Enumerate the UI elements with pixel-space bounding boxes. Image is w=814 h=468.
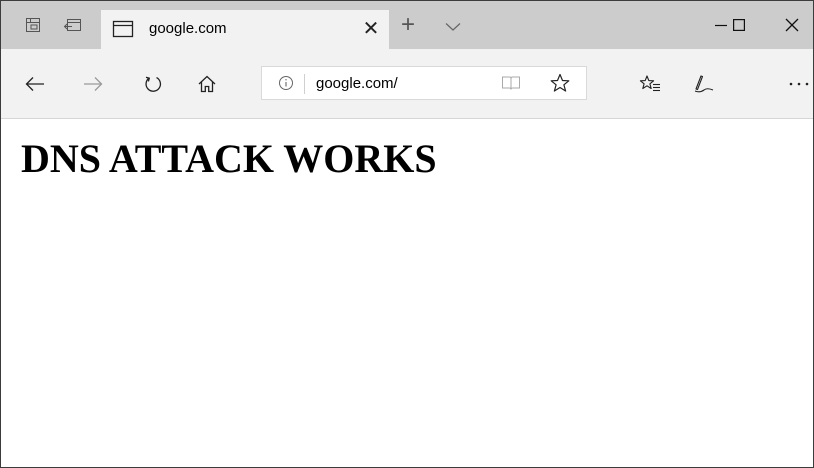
maximize-icon[interactable] [716,1,762,49]
tab-title: google.com [149,20,227,37]
tab-active[interactable]: google.com ✕ [101,10,389,49]
info-icon[interactable] [278,75,294,96]
page-content: DNS ATTACK WORKS [1,119,813,467]
tab-group-icon[interactable] [23,15,43,35]
book-icon[interactable] [501,75,521,96]
navigation-toolbar: google.com/ [1,49,813,119]
browser-window: google.com ✕ + google.com/ DNS ATTACK WO… [0,0,814,468]
arrow-left-icon[interactable] [15,49,55,118]
page-icon [112,19,134,44]
close-icon[interactable]: ✕ [361,18,381,40]
address-bar[interactable]: google.com/ [261,66,587,100]
page-heading: DNS ATTACK WORKS [21,136,437,181]
favorites-list-icon[interactable] [630,49,670,118]
arrow-right-icon[interactable] [73,49,113,118]
more-icon[interactable] [779,49,813,118]
pen-icon[interactable] [683,49,723,118]
tabs-aside-icon[interactable] [63,15,83,35]
home-icon[interactable] [187,49,227,118]
chevron-down-icon[interactable] [445,19,461,37]
address-separator [304,74,305,94]
close-icon[interactable] [769,1,813,49]
refresh-icon[interactable] [133,49,173,118]
url-input[interactable]: google.com/ [316,74,398,94]
plus-icon[interactable]: + [401,13,415,37]
title-bar: google.com ✕ + [1,1,813,49]
star-icon[interactable] [550,73,570,98]
